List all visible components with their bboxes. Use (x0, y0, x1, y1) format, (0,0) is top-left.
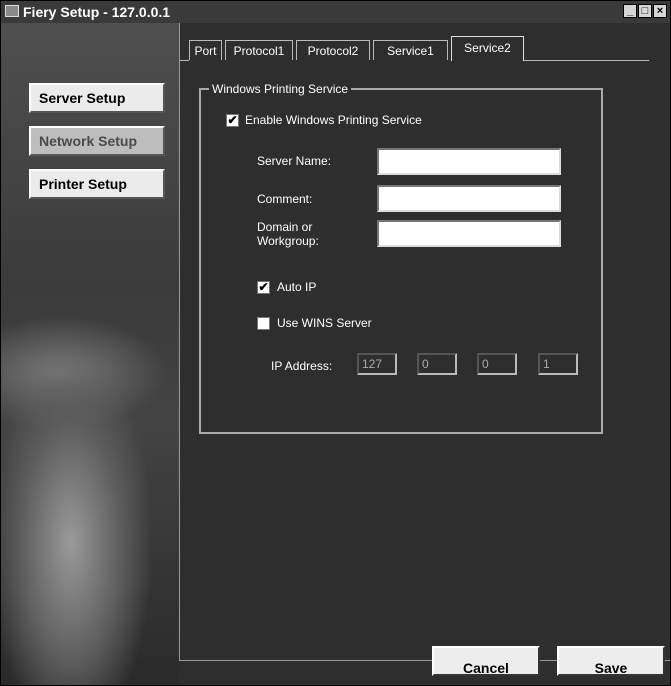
tab-baseline (180, 60, 189, 61)
windows-printing-service-group: Windows Printing Service (199, 81, 603, 434)
check-icon: ✔ (258, 280, 269, 294)
fiery-setup-window: Fiery Setup - 127.0.0.1 _ □ × Server Set… (0, 0, 671, 686)
close-button[interactable]: × (653, 4, 667, 18)
enable-wps-checkbox[interactable]: ✔ (226, 114, 239, 127)
tab-service2[interactable]: Service2 (451, 36, 524, 61)
window-title: Fiery Setup - 127.0.0.1 (23, 4, 171, 20)
domain-workgroup-input[interactable] (377, 220, 561, 247)
check-icon: ✔ (227, 113, 238, 127)
comment-input[interactable] (377, 185, 561, 212)
server-setup-button[interactable]: Server Setup (29, 83, 165, 113)
tab-protocol2[interactable]: Protocol2 (296, 40, 370, 60)
network-setup-button[interactable]: Network Setup (29, 126, 165, 156)
tab-protocol1[interactable]: Protocol1 (225, 40, 293, 60)
printer-setup-button[interactable]: Printer Setup (29, 169, 165, 199)
ip-octet-2[interactable]: 0 (417, 353, 457, 375)
use-wins-server-checkbox[interactable] (257, 317, 270, 330)
domain-label-line2: Workgroup: (257, 234, 319, 248)
minimize-button[interactable]: _ (623, 4, 637, 18)
ip-address-label: IP Address: (271, 359, 333, 373)
server-name-input[interactable] (377, 148, 561, 175)
ip-octet-4[interactable]: 1 (538, 353, 578, 375)
cancel-button[interactable]: Cancel (432, 646, 540, 676)
app-icon (5, 5, 19, 17)
comment-label: Comment: (257, 192, 313, 206)
title-bar[interactable]: Fiery Setup - 127.0.0.1 _ □ × (1, 1, 670, 24)
ip-octet-3[interactable]: 0 (477, 353, 517, 375)
server-name-label: Server Name: (257, 154, 332, 168)
main-panel: Port Protocol1 Protocol2 Service1 Servic… (179, 23, 670, 661)
auto-ip-checkbox[interactable]: ✔ (257, 281, 270, 294)
save-button[interactable]: Save (557, 646, 665, 676)
tab-port[interactable]: Port (189, 40, 222, 60)
group-legend: Windows Printing Service (209, 81, 352, 97)
ip-octet-1[interactable]: 127 (357, 353, 397, 375)
sidebar: Server Setup Network Setup Printer Setup (1, 23, 179, 685)
auto-ip-label: Auto IP (277, 280, 317, 294)
use-wins-server-label: Use WINS Server (277, 316, 372, 330)
enable-wps-label: Enable Windows Printing Service (245, 113, 422, 127)
domain-label-line1: Domain or (257, 220, 313, 234)
maximize-button[interactable]: □ (638, 4, 652, 18)
tab-baseline (524, 60, 649, 61)
tab-service1[interactable]: Service1 (373, 40, 448, 60)
